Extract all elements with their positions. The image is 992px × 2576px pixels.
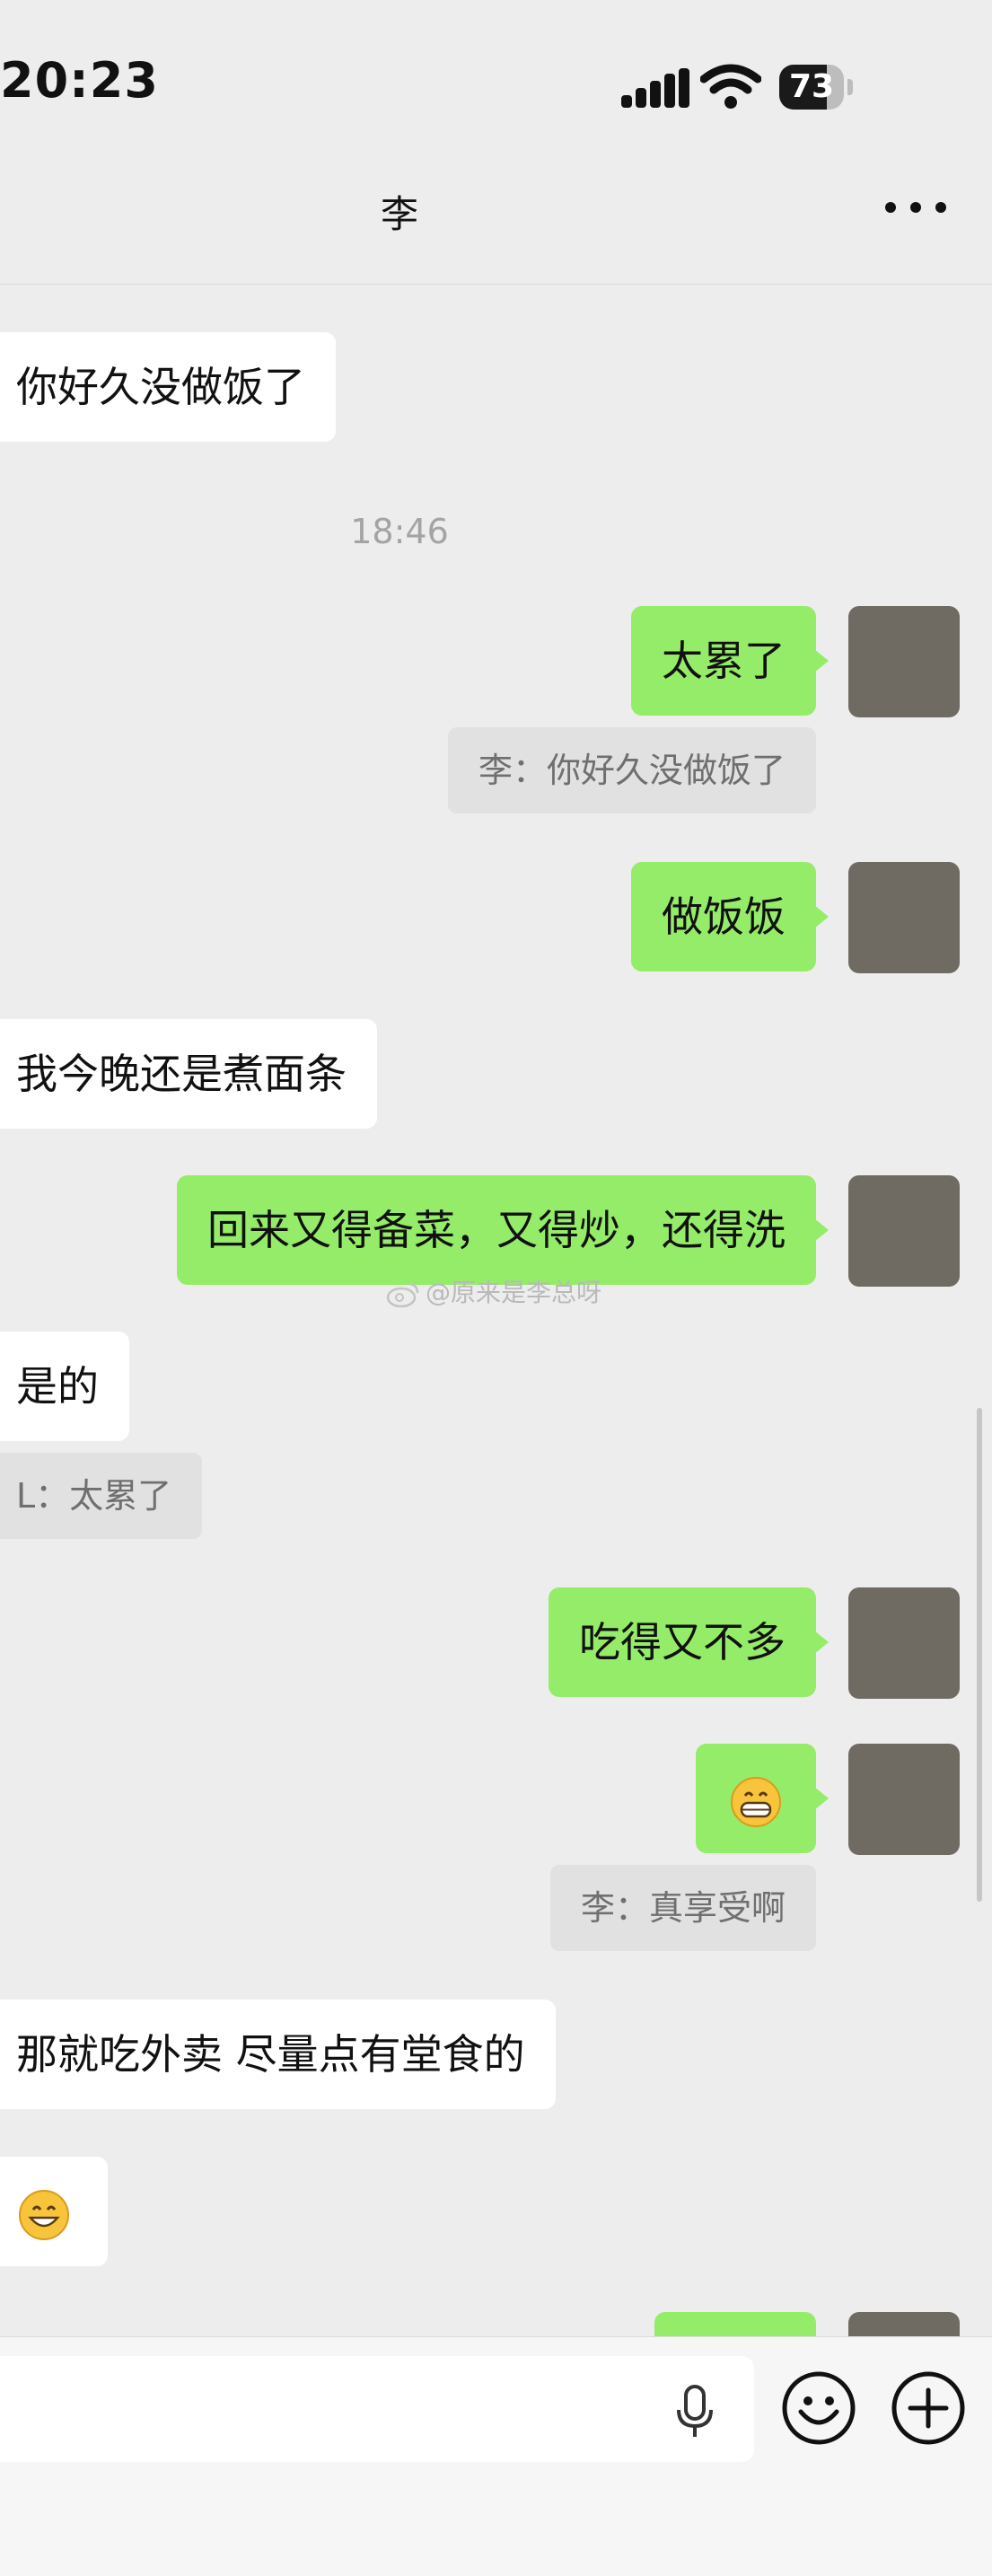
avatar[interactable] [848, 606, 960, 717]
weibo-icon [386, 1282, 419, 1307]
smiling-emoji-icon [19, 2189, 69, 2240]
message-input[interactable] [0, 2356, 754, 2462]
quote-reply[interactable]: 李：你好久没做饭了 [447, 727, 816, 813]
status-time: 20:23 [0, 52, 159, 109]
scrollbar[interactable] [977, 1408, 982, 1902]
plus-icon[interactable] [891, 2370, 966, 2446]
message-incoming[interactable]: 那就吃外卖 尽量点有堂食的 [0, 2000, 556, 2109]
message-outgoing[interactable]: 回来又得备菜，又得炒，还得洗 [177, 1175, 829, 1285]
chat-title: 李 [380, 192, 418, 236]
message-timestamp: 18:46 [350, 512, 449, 551]
more-icon[interactable] [884, 201, 947, 214]
watermark-text: @原来是李总呀 [426, 1278, 602, 1307]
avatar[interactable] [848, 1744, 960, 1855]
battery-indicator: 73 [779, 65, 853, 110]
avatar[interactable] [848, 1587, 960, 1699]
emoji-icon[interactable] [781, 2370, 856, 2446]
avatar[interactable] [848, 1175, 960, 1287]
message-incoming[interactable]: 是的 [0, 1332, 129, 1441]
message-outgoing-emoji[interactable] [696, 1744, 829, 1853]
message-outgoing[interactable]: 做饭饭 [631, 862, 829, 971]
nav-divider [0, 284, 992, 285]
avatar[interactable] [848, 862, 960, 973]
battery-level: 73 [788, 68, 835, 105]
message-incoming[interactable]: 你好久没做饭了 [0, 332, 336, 442]
wifi-icon [700, 64, 761, 109]
message-outgoing[interactable]: 吃得又不多 [549, 1587, 829, 1697]
message-outgoing[interactable]: 太累了 [631, 606, 829, 716]
quote-reply[interactable]: 李：真享受啊 [549, 1865, 816, 1951]
message-incoming-emoji[interactable] [0, 2157, 108, 2266]
signal-icon [621, 68, 689, 108]
watermark: @原来是李总呀 [386, 1273, 601, 1309]
mic-icon[interactable] [675, 2385, 715, 2440]
quote-reply[interactable]: L：太累了 [0, 1453, 203, 1539]
message-incoming[interactable]: 我今晚还是煮面条 [0, 1019, 377, 1129]
grinning-emoji-icon [731, 1776, 781, 1827]
